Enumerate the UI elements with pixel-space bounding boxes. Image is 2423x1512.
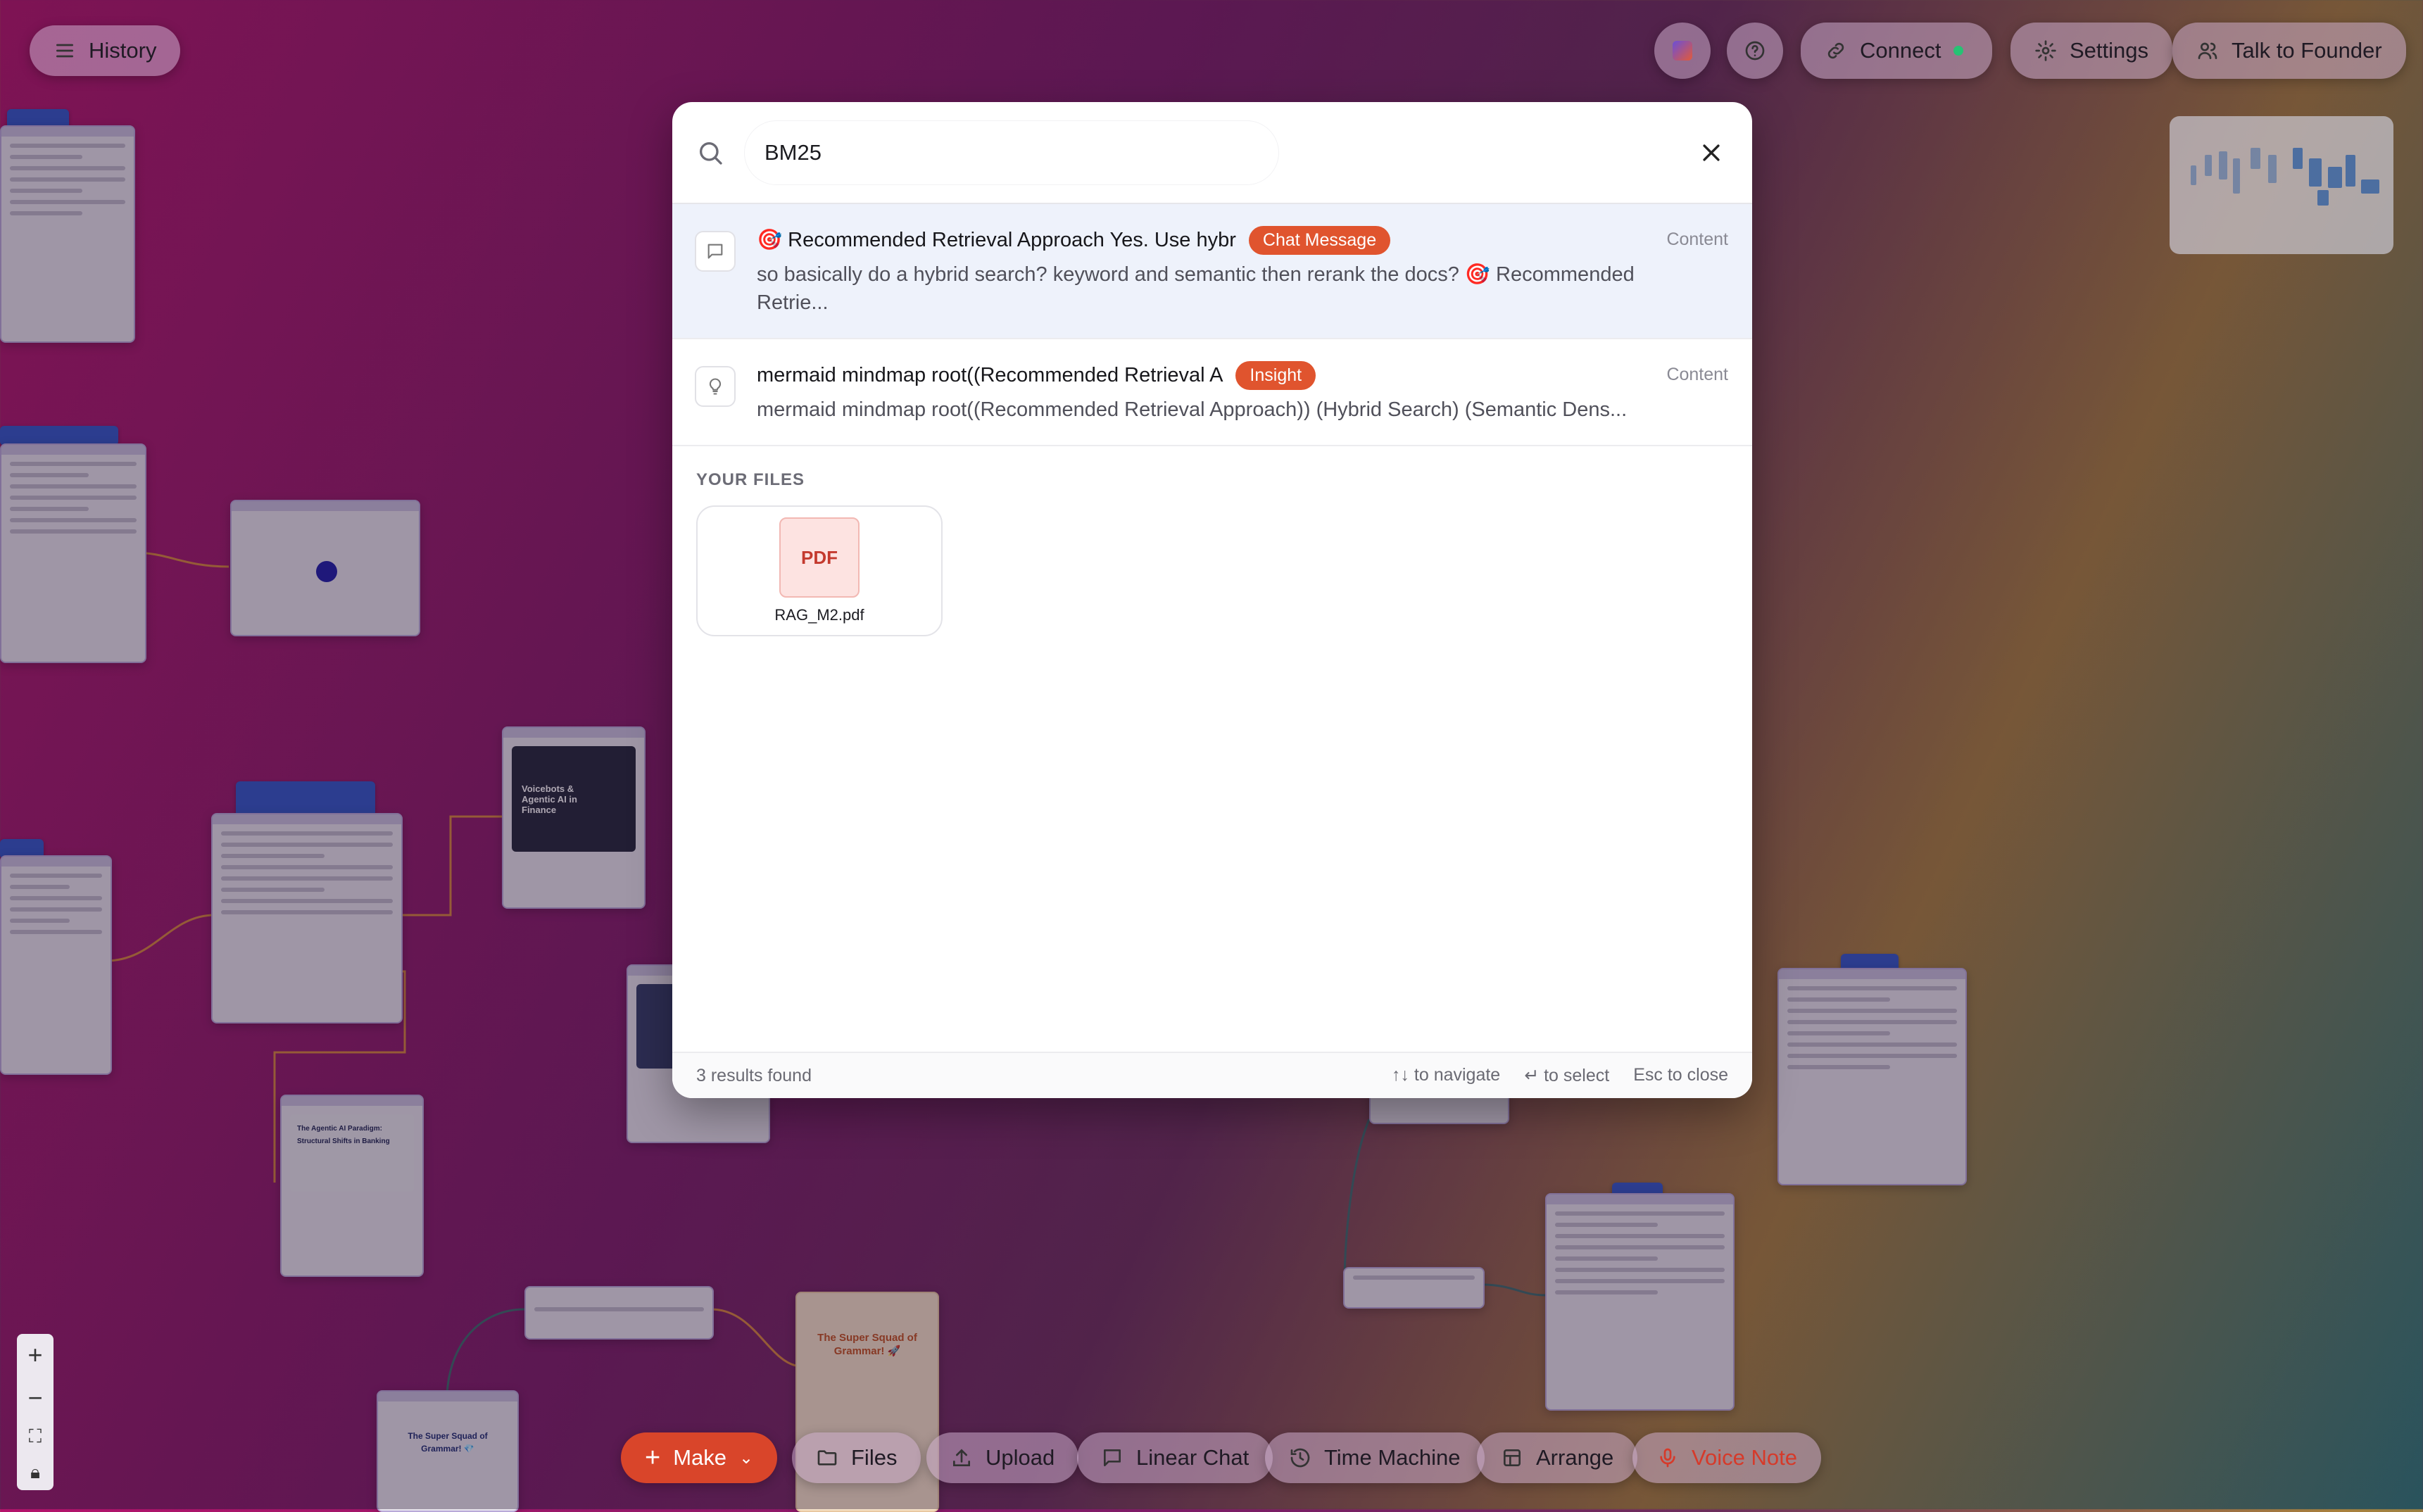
result-title: 🎯 Recommended Retrieval Approach Yes. Us…: [757, 229, 1236, 251]
zoom-controls: + − ⛶ 🔒︎: [17, 1334, 54, 1490]
fit-view-icon[interactable]: ⛶: [29, 1425, 42, 1448]
search-modal: 🎯 Recommended Retrieval Approach Yes. Us…: [672, 102, 1752, 1098]
founder-label: Talk to Founder: [2232, 38, 2382, 63]
arrange-label: Arrange: [1536, 1445, 1614, 1470]
plus-icon: +: [645, 1442, 661, 1473]
files-label: Files: [851, 1445, 898, 1470]
layout-icon: [1504, 1449, 1521, 1466]
users-icon: [2198, 42, 2217, 59]
result-snippet: mermaid mindmap root((Recommended Retrie…: [757, 398, 1628, 421]
result-count: 3 results found: [696, 1065, 812, 1085]
chat-bubble-icon: [695, 231, 736, 272]
folder-icon: [817, 1450, 837, 1466]
result-snippet: so basically do a hybrid search? keyword…: [757, 263, 1635, 314]
search-result-item[interactable]: 🎯 Recommended Retrieval Approach Yes. Us…: [672, 204, 1752, 339]
history-label: History: [89, 38, 157, 63]
close-icon: [1703, 144, 1720, 161]
result-category: Content: [1666, 229, 1728, 249]
search-icon: [700, 141, 722, 165]
upload-button[interactable]: Upload: [926, 1432, 1079, 1483]
avatar-icon: [1673, 41, 1692, 61]
result-category: Content: [1666, 365, 1728, 384]
upload-icon: [953, 1449, 970, 1466]
minimap[interactable]: [2170, 116, 2393, 254]
arrange-button[interactable]: Arrange: [1477, 1432, 1638, 1483]
status-indicator: [1953, 46, 1964, 56]
zoom-out-icon[interactable]: −: [27, 1383, 42, 1413]
time-machine-label: Time Machine: [1324, 1445, 1461, 1470]
linear-chat-label: Linear Chat: [1136, 1445, 1250, 1470]
upload-label: Upload: [986, 1445, 1055, 1470]
navigate-hint: ↑↓ to navigate: [1391, 1065, 1501, 1085]
close-hint: Esc to close: [1633, 1065, 1728, 1085]
microphone-icon: [1660, 1448, 1675, 1468]
search-result-item[interactable]: mermaid mindmap root((Recommended Retrie…: [672, 339, 1752, 446]
profile-button[interactable]: [1654, 23, 1711, 79]
pdf-file-icon: PDF: [779, 517, 860, 598]
modal-footer: 3 results found ↑↓ to navigate ↵ to sele…: [672, 1052, 1752, 1098]
time-machine-button[interactable]: Time Machine: [1265, 1432, 1485, 1483]
lock-icon[interactable]: 🔒︎: [30, 1461, 40, 1484]
zoom-in-icon[interactable]: +: [27, 1340, 42, 1370]
files-button[interactable]: Files: [792, 1432, 921, 1483]
chevron-down-icon[interactable]: ⌄: [739, 1448, 753, 1468]
gear-icon: [2035, 40, 2056, 61]
result-type-badge: Chat Message: [1248, 225, 1391, 255]
link-icon: [1827, 42, 1844, 59]
result-type-badge: Insight: [1235, 360, 1316, 390]
file-type-label: PDF: [801, 546, 838, 568]
talk-to-founder-button[interactable]: Talk to Founder: [2172, 23, 2406, 79]
chat-icon: [1104, 1449, 1121, 1466]
linear-chat-button[interactable]: Linear Chat: [1077, 1432, 1273, 1483]
file-name: RAG_M2.pdf: [774, 606, 864, 624]
make-button[interactable]: + Make ⌄: [621, 1432, 777, 1483]
close-button[interactable]: [1692, 133, 1731, 172]
history-clock-icon: [1290, 1448, 1310, 1468]
select-hint: ↵ to select: [1524, 1066, 1610, 1085]
settings-button[interactable]: Settings: [2010, 23, 2173, 79]
file-card[interactable]: PDF RAG_M2.pdf: [696, 505, 943, 636]
menu-icon: [56, 44, 73, 58]
search-input[interactable]: [744, 120, 1279, 185]
make-label: Make: [673, 1445, 727, 1470]
voice-note-button[interactable]: Voice Note: [1632, 1432, 1821, 1483]
voice-note-label: Voice Note: [1692, 1445, 1797, 1470]
settings-label: Settings: [2070, 38, 2149, 63]
lightbulb-icon: [695, 366, 736, 407]
connect-button[interactable]: Connect: [1801, 23, 1992, 79]
help-button[interactable]: [1727, 23, 1783, 79]
history-button[interactable]: History: [30, 25, 181, 76]
result-title: mermaid mindmap root((Recommended Retrie…: [757, 363, 1223, 386]
help-icon: [1745, 41, 1765, 61]
search-bar: [672, 102, 1752, 204]
connect-label: Connect: [1860, 38, 1941, 63]
files-section-label: YOUR FILES: [696, 470, 805, 489]
